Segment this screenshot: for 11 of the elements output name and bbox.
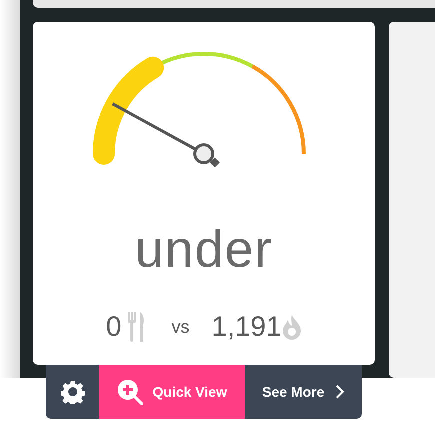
calories-eaten: 0 [106, 310, 122, 344]
versus-label: vs [172, 316, 190, 338]
zoom-in-icon [116, 379, 143, 405]
status-text: under [135, 224, 273, 276]
see-more-button[interactable]: See More [245, 365, 362, 419]
calories-burned: 1,191 [212, 310, 282, 344]
fork-knife-icon [126, 311, 146, 343]
settings-icon [60, 380, 84, 404]
chevron-right-icon [334, 384, 345, 400]
settings-button[interactable] [46, 365, 99, 419]
flame-icon [282, 314, 302, 340]
